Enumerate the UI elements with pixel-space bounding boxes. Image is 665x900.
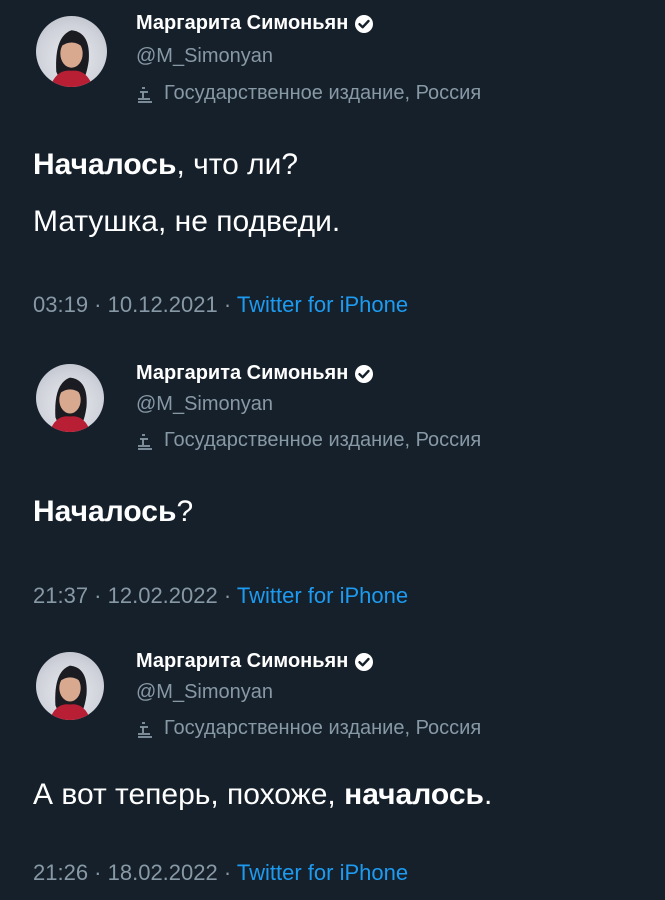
- tweet-meta: 21:26 · 18.02.2022 · Twitter for iPhone: [33, 860, 409, 885]
- tweet-text-bold: Началось: [33, 148, 177, 181]
- verified-badge-icon: [354, 364, 374, 384]
- tweet-meta: 03:19 · 10.12.2021 · Twitter for iPhone: [33, 292, 409, 317]
- tweet-source-link[interactable]: Twitter for iPhone: [237, 860, 408, 885]
- podium-icon: [136, 431, 156, 451]
- author-handle[interactable]: @M_Simonyan: [136, 393, 273, 416]
- avatar[interactable]: [36, 652, 104, 720]
- tweet-text-pre: А вот теперь, похоже,: [33, 778, 345, 811]
- tweet-time[interactable]: 03:19: [33, 292, 88, 317]
- tweet-time[interactable]: 21:37: [33, 583, 88, 608]
- podium-icon: [136, 719, 156, 739]
- avatar[interactable]: [36, 16, 107, 87]
- state-media-label[interactable]: Государственное издание, Россия: [136, 82, 481, 105]
- tweet-meta: 21:37 · 12.02.2022 · Twitter for iPhone: [33, 583, 409, 608]
- tweet-text: А вот теперь, похоже, началось.: [33, 778, 492, 812]
- author-row: Маргарита Симоньян: [136, 650, 374, 673]
- tweet-text: Началось, что ли?: [33, 148, 298, 182]
- avatar-portrait-icon: [49, 377, 91, 432]
- avatar[interactable]: [36, 364, 104, 432]
- avatar-portrait-icon: [50, 30, 93, 87]
- avatar-portrait-icon: [49, 665, 91, 720]
- tweet-text-rest: ?: [176, 495, 194, 528]
- tweet-text-rest: , что ли?: [176, 148, 299, 181]
- tweet-text-bold: началось: [344, 778, 484, 811]
- state-media-label-text: Государственное издание, Россия: [164, 429, 482, 451]
- tweet-date[interactable]: 12.02.2022: [108, 583, 218, 608]
- verified-badge-icon: [354, 652, 374, 672]
- state-media-label[interactable]: Государственное издание, Россия: [136, 429, 481, 452]
- verified-badge-icon: [354, 14, 374, 34]
- tweet-text-line2: Матушка, не подведи.: [33, 205, 341, 238]
- author-row: Маргарита Симоньян: [136, 362, 374, 385]
- author-row: Маргарита Симоньян: [136, 12, 374, 35]
- tweet-source-link[interactable]: Twitter for iPhone: [237, 292, 408, 317]
- tweet-date[interactable]: 18.02.2022: [108, 860, 218, 885]
- author-name[interactable]: Маргарита Симоньян: [136, 650, 348, 673]
- tweet-source-link[interactable]: Twitter for iPhone: [237, 583, 408, 608]
- tweet-text: Началось?: [33, 495, 193, 529]
- podium-icon: [136, 84, 156, 104]
- state-media-label-text: Государственное издание, Россия: [164, 82, 482, 104]
- author-name[interactable]: Маргарита Симоньян: [136, 362, 348, 385]
- tweet-text-end: .: [483, 778, 493, 811]
- author-handle[interactable]: @M_Simonyan: [136, 681, 273, 704]
- author-name[interactable]: Маргарита Симоньян: [136, 12, 348, 35]
- state-media-label-text: Государственное издание, Россия: [164, 717, 482, 739]
- state-media-label[interactable]: Государственное издание, Россия: [136, 717, 481, 740]
- tweet-time[interactable]: 21:26: [33, 860, 88, 885]
- author-handle[interactable]: @M_Simonyan: [136, 45, 273, 68]
- tweet-date[interactable]: 10.12.2021: [108, 292, 218, 317]
- tweet-text-bold: Началось: [33, 495, 177, 528]
